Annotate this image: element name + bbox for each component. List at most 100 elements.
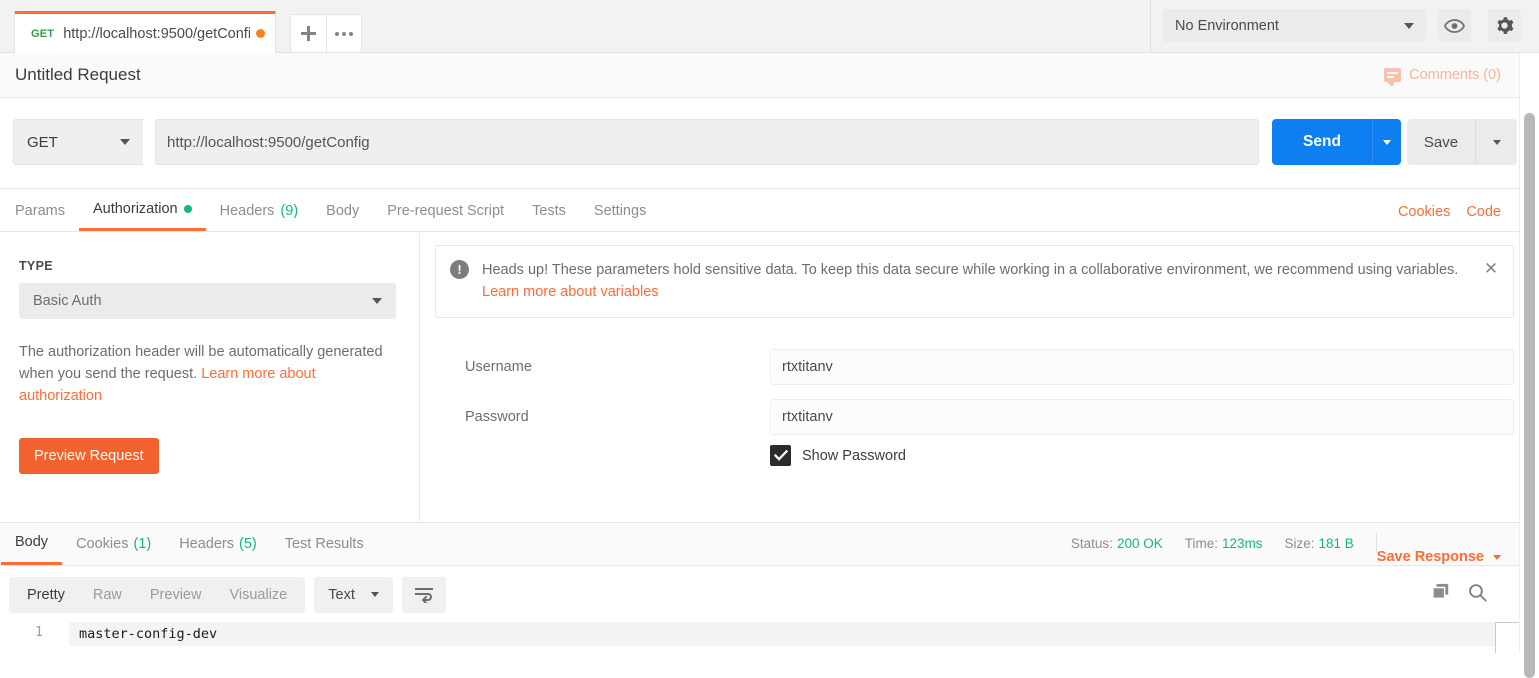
chevron-down-icon bbox=[370, 592, 379, 597]
tab-pre-request-script[interactable]: Pre-request Script bbox=[373, 190, 518, 231]
unsaved-changes-dot-icon bbox=[256, 29, 265, 38]
view-mode-preview[interactable]: Preview bbox=[136, 577, 216, 613]
comments-button[interactable]: Comments (0) bbox=[1384, 67, 1501, 87]
preview-request-button[interactable]: Preview Request bbox=[19, 438, 159, 474]
password-label: Password bbox=[465, 409, 529, 425]
close-icon[interactable]: ✕ bbox=[1483, 260, 1499, 317]
tab-label: Tests bbox=[532, 202, 566, 219]
http-method-label: GET bbox=[27, 133, 58, 151]
time-badge: Time: 123ms bbox=[1185, 536, 1263, 551]
status-label: Status: bbox=[1070, 535, 1113, 551]
comments-label: Comments (0) bbox=[1409, 67, 1501, 83]
view-mode-pretty[interactable]: Pretty bbox=[13, 577, 79, 613]
main-vertical-scrollbar-thumb[interactable] bbox=[1524, 113, 1535, 678]
editor-right-rule bbox=[1495, 622, 1496, 653]
tab-count: (1) bbox=[133, 535, 152, 552]
response-tab-test-results[interactable]: Test Results bbox=[271, 522, 378, 565]
postman-app-window: GET http://localhost:9500/getConfig No E… bbox=[0, 0, 1539, 678]
chevron-down-icon bbox=[1492, 139, 1501, 145]
word-wrap-button[interactable] bbox=[401, 576, 446, 613]
http-method-selector[interactable]: GET bbox=[13, 119, 143, 165]
tab-strip: GET http://localhost:9500/getConfig No E… bbox=[0, 0, 1539, 53]
tab-method-label: GET bbox=[31, 27, 55, 40]
page-title[interactable]: Untitled Request bbox=[15, 65, 1384, 85]
request-title-bar: Untitled Request Comments (0) bbox=[0, 53, 1519, 98]
tab-count: (5) bbox=[239, 535, 257, 552]
search-button[interactable] bbox=[1468, 583, 1487, 607]
tab-label: Headers bbox=[219, 202, 275, 219]
time-label: Time: bbox=[1184, 535, 1218, 551]
comment-icon bbox=[1384, 68, 1402, 87]
tab-label: Headers bbox=[179, 535, 234, 552]
cookies-link[interactable]: Cookies bbox=[1398, 204, 1450, 220]
response-tab-body[interactable]: Body bbox=[1, 522, 63, 565]
request-tab-active[interactable]: GET http://localhost:9500/getConfig bbox=[14, 11, 276, 53]
learn-more-variables-link[interactable]: Learn more about variables bbox=[482, 284, 659, 300]
gear-icon bbox=[1497, 17, 1514, 34]
search-icon bbox=[1469, 583, 1487, 602]
request-tabs-links: Cookies Code bbox=[1398, 204, 1501, 231]
main-vertical-scrollbar-track[interactable] bbox=[1519, 53, 1539, 678]
tab-authorization[interactable]: Authorization bbox=[78, 190, 206, 231]
view-mode-visualize[interactable]: Visualize bbox=[215, 577, 301, 613]
chevron-down-icon bbox=[1404, 22, 1414, 29]
response-tab-cookies[interactable]: Cookies (1) bbox=[62, 522, 165, 565]
view-mode-raw[interactable]: Raw bbox=[79, 577, 136, 613]
request-url-input[interactable]: http://localhost:9500/getConfig bbox=[155, 119, 1259, 165]
copy-icon bbox=[1432, 583, 1449, 600]
show-password-checkbox[interactable] bbox=[770, 445, 791, 466]
sensitive-data-warning: ! Heads up! These parameters hold sensit… bbox=[435, 245, 1514, 318]
save-button[interactable]: Save bbox=[1407, 119, 1475, 165]
tab-label: Body bbox=[326, 202, 360, 219]
save-options-button[interactable] bbox=[1475, 119, 1517, 165]
new-tab-button[interactable] bbox=[290, 14, 326, 53]
authorization-fields-panel: ! Heads up! These parameters hold sensit… bbox=[421, 233, 1519, 521]
save-button-group: Save bbox=[1407, 119, 1517, 165]
content-type-selector[interactable]: Text bbox=[314, 576, 393, 613]
password-row: Password rtxtitanv bbox=[435, 399, 1514, 435]
tabstrip-divider bbox=[1150, 0, 1151, 53]
tab-label: Pre-request Script bbox=[387, 202, 505, 219]
code-link[interactable]: Code bbox=[1466, 204, 1501, 220]
tab-label: Cookies bbox=[76, 535, 129, 552]
status-badge: Status: 200 OK bbox=[1071, 536, 1163, 551]
auth-configured-dot-icon bbox=[183, 205, 192, 213]
tab-params[interactable]: Params bbox=[1, 190, 79, 231]
tab-label: Authorization bbox=[92, 201, 178, 217]
send-options-button[interactable] bbox=[1372, 119, 1401, 165]
password-input[interactable]: rtxtitanv bbox=[770, 399, 1514, 435]
content-type-label: Text bbox=[328, 586, 355, 603]
environment-quick-look-button[interactable] bbox=[1438, 9, 1471, 42]
settings-button[interactable] bbox=[1488, 9, 1521, 42]
auth-type-selector[interactable]: Basic Auth bbox=[19, 283, 396, 319]
ellipsis-icon bbox=[335, 31, 353, 36]
tab-headers[interactable]: Headers (9) bbox=[206, 190, 313, 231]
send-button[interactable]: Send bbox=[1272, 119, 1372, 165]
size-badge: Size: 181 B bbox=[1285, 536, 1354, 551]
environment-selector[interactable]: No Environment bbox=[1163, 9, 1426, 42]
editor-top-rule bbox=[1495, 622, 1519, 623]
tab-options-button[interactable] bbox=[326, 14, 362, 53]
auth-type-label: TYPE bbox=[19, 259, 53, 273]
username-input[interactable]: rtxtitanv bbox=[770, 349, 1514, 385]
response-format-bar: Pretty Raw Preview Visualize Text bbox=[0, 567, 1519, 622]
size-value: 181 B bbox=[1318, 535, 1354, 551]
tab-title-label: http://localhost:9500/getConfig bbox=[63, 25, 250, 42]
save-response-button[interactable]: Save Response bbox=[1377, 549, 1501, 565]
response-view-mode-group: Pretty Raw Preview Visualize bbox=[9, 576, 306, 613]
eye-icon bbox=[1444, 18, 1465, 33]
show-password-toggle[interactable]: Show Password bbox=[770, 445, 906, 466]
response-tab-headers[interactable]: Headers (5) bbox=[165, 522, 271, 565]
username-row: Username rtxtitanv bbox=[435, 349, 1514, 385]
response-actions bbox=[1432, 583, 1487, 607]
chevron-down-icon bbox=[120, 139, 130, 145]
copy-button[interactable] bbox=[1432, 583, 1450, 606]
tab-tests[interactable]: Tests bbox=[518, 190, 580, 231]
response-meta: Status: 200 OK Time: 123ms Size: 181 B bbox=[1071, 533, 1377, 565]
tab-settings[interactable]: Settings bbox=[580, 190, 660, 231]
chevron-down-icon bbox=[1383, 139, 1391, 145]
response-body-editor[interactable]: 1 master-config-dev bbox=[0, 622, 1519, 653]
tab-count: (9) bbox=[280, 202, 299, 219]
tab-body[interactable]: Body bbox=[312, 190, 373, 231]
auth-description: The authorization header will be automat… bbox=[19, 341, 384, 407]
